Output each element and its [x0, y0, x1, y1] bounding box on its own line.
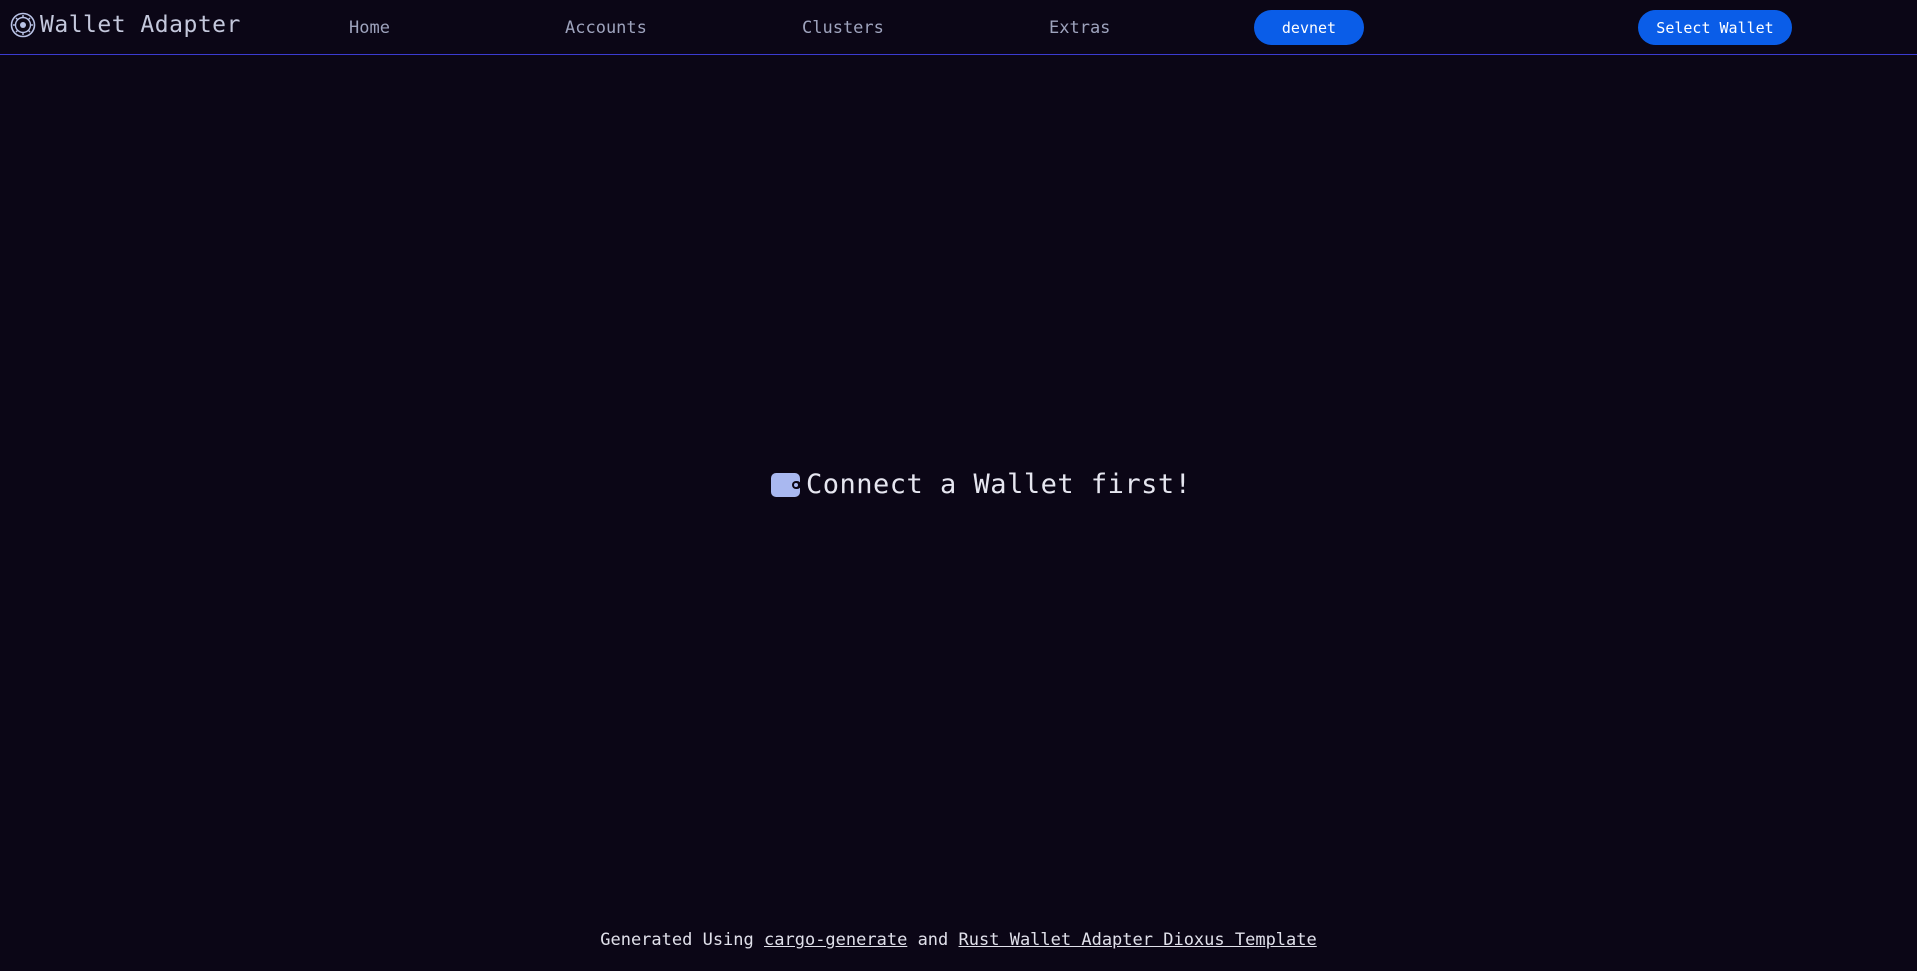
connect-wallet-prompt: Connect a Wallet first!: [770, 469, 1191, 500]
select-wallet-button[interactable]: Select Wallet: [1638, 10, 1792, 45]
nav-extras[interactable]: Extras: [1049, 18, 1110, 38]
cargo-generate-link[interactable]: cargo-generate: [764, 930, 907, 950]
nav-clusters[interactable]: Clusters: [802, 18, 884, 38]
brand-title: Wallet Adapter: [40, 12, 241, 38]
cluster-select-button[interactable]: devnet: [1254, 10, 1364, 45]
connect-wallet-message: Connect a Wallet first!: [806, 469, 1192, 500]
solana-gear-logo-icon: [10, 12, 36, 38]
footer-conjunction: and: [917, 930, 949, 950]
nav-home[interactable]: Home: [349, 18, 390, 38]
dioxus-template-link[interactable]: Rust Wallet Adapter Dioxus Template: [959, 930, 1317, 950]
footer: Generated Using cargo-generate and Rust …: [0, 930, 1917, 950]
footer-prefix: Generated Using: [600, 930, 754, 950]
app-root: Wallet Adapter Home Accounts Clusters Ex…: [0, 0, 1917, 971]
nav-accounts[interactable]: Accounts: [565, 18, 647, 38]
brand-link[interactable]: Wallet Adapter: [10, 12, 241, 38]
top-navbar: Wallet Adapter Home Accounts Clusters Ex…: [0, 0, 1917, 55]
wallet-icon: [771, 472, 801, 497]
